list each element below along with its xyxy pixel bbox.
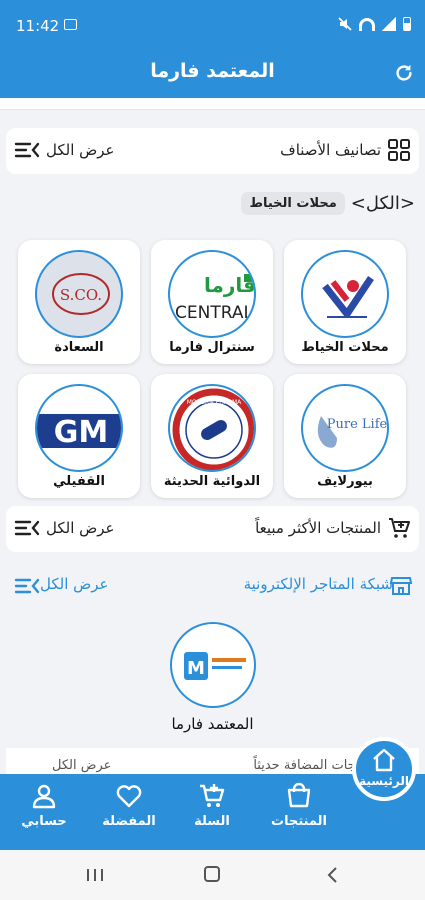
status-bar: 11:42: [0, 0, 425, 52]
nav-home-label: الرئيسية: [359, 774, 409, 788]
store-logo: Pure Life: [301, 384, 389, 472]
stores-grid: محلات الخياط فارما CENTRAL سنترال فارما …: [0, 232, 425, 500]
store-name: القفيلي: [53, 474, 105, 489]
app-header: المعتمد فارما: [0, 52, 425, 98]
categories-header: تصانيف الأصناف عرض الكل: [6, 128, 419, 174]
store-name: الدوائية الحديثة: [163, 474, 261, 489]
store-network-title: شبكة المتاجر الإلكترونية: [243, 575, 393, 593]
store-logo: S.CO.: [35, 250, 123, 338]
nav-account-label: حسابي: [21, 814, 67, 829]
categories-title: تصانيف الأصناف: [280, 141, 381, 159]
store-tile-alsaada[interactable]: S.CO. السعادة: [18, 240, 140, 364]
store-logo: [301, 250, 389, 338]
heart-icon: [116, 785, 142, 808]
svg-text:M: M: [187, 658, 205, 679]
sco-logo-icon: S.CO.: [52, 273, 110, 315]
system-navigation-bar: [0, 850, 425, 900]
nav-products-label: المنتجات: [271, 814, 327, 829]
home-icon: [373, 748, 395, 772]
wifi-icon: [359, 17, 375, 31]
signal-icon: [382, 17, 396, 31]
central-logo-icon: فارما CENTRAL: [175, 273, 254, 323]
breadcrumb: <الكل> محلات الخياط: [241, 188, 415, 218]
store-logo: فارما CENTRAL: [168, 250, 256, 338]
nav-favorites[interactable]: المفضلة: [89, 780, 169, 844]
peek-view-all[interactable]: عرض الكل: [52, 758, 111, 773]
breadcrumb-root[interactable]: <الكل>: [351, 193, 415, 214]
recent-apps-icon[interactable]: [86, 868, 104, 882]
app-screen: 11:42 المعتمد فارما تصانيف الأصناف عرض ا…: [0, 0, 425, 900]
system-home-icon[interactable]: [204, 866, 220, 882]
list-collapse-icon[interactable]: [14, 140, 40, 160]
bestsellers-header: المنتجات الأكثر مبيعاً عرض الكل: [6, 506, 419, 552]
svg-text:Pure Life: Pure Life: [327, 417, 388, 432]
svg-text:GM: GM: [54, 415, 108, 450]
featured-store-name[interactable]: المعتمد فارما: [0, 715, 425, 733]
app-title: المعتمد فارما: [150, 60, 275, 82]
alkhayat-logo-icon: [322, 276, 374, 318]
battery-icon: [403, 17, 411, 31]
store-tile-alqufaili[interactable]: GM القفيلي: [18, 374, 140, 498]
featured-store-logo[interactable]: M: [170, 622, 256, 708]
store-tile-purelife[interactable]: Pure Life بيورلايف: [284, 374, 406, 498]
store-tile-modern-pharma[interactable]: MODERN PHARMA الدوائية الحديثة: [151, 374, 273, 498]
status-icons: [338, 17, 411, 31]
back-icon[interactable]: [326, 866, 338, 884]
gallery-icon: [64, 19, 77, 30]
list-collapse-icon[interactable]: [14, 518, 40, 538]
nav-cart-label: السلة: [194, 814, 230, 829]
user-icon: [32, 784, 56, 809]
svg-text:MODERN PHARMA: MODERN PHARMA: [187, 399, 242, 406]
cart-add-icon: [200, 784, 225, 807]
store-network-header: شبكة المتاجر الإلكترونية عرض الكل: [0, 564, 425, 608]
nav-products[interactable]: المنتجات: [259, 780, 339, 844]
modern-pharma-logo-icon: MODERN PHARMA: [172, 388, 254, 470]
status-time: 11:42: [16, 17, 60, 35]
list-collapse-icon[interactable]: [14, 576, 40, 596]
grid-icon: [388, 139, 410, 161]
nav-cart[interactable]: السلة: [172, 780, 252, 844]
breadcrumb-current-chip[interactable]: محلات الخياط: [241, 191, 345, 215]
bestsellers-view-all[interactable]: عرض الكل: [46, 519, 115, 537]
refresh-icon[interactable]: [393, 62, 415, 84]
categories-view-all[interactable]: عرض الكل: [46, 141, 115, 159]
gm-logo-icon: GM: [37, 414, 121, 450]
mute-icon: [338, 17, 352, 31]
products-icon: [287, 782, 311, 808]
store-tile-central[interactable]: فارما CENTRAL سنترال فارما: [151, 240, 273, 364]
scrolled-content-edge: [0, 98, 425, 110]
cart-add-icon: [389, 518, 410, 538]
store-network-view-all[interactable]: عرض الكل: [40, 575, 109, 593]
nav-home[interactable]: الرئيسية: [352, 737, 416, 801]
purelife-logo-icon: Pure Life: [317, 416, 388, 448]
store-logo: GM: [35, 384, 123, 472]
store-logo: MODERN PHARMA: [168, 384, 256, 472]
store-name: بيورلايف: [317, 474, 373, 489]
store-tile-alkhayat[interactable]: محلات الخياط: [284, 240, 406, 364]
nav-account[interactable]: حسابي: [4, 780, 84, 844]
store-name: محلات الخياط: [301, 340, 389, 355]
svg-text:S.CO.: S.CO.: [60, 286, 102, 304]
bestsellers-title: المنتجات الأكثر مبيعاً: [255, 519, 381, 537]
almotamad-logo-icon: M: [184, 652, 246, 680]
nav-favorites-label: المفضلة: [102, 814, 156, 829]
svg-text:CENTRAL: CENTRAL: [175, 303, 253, 323]
store-name: السعادة: [54, 340, 104, 355]
store-name: سنترال فارما: [169, 340, 255, 355]
